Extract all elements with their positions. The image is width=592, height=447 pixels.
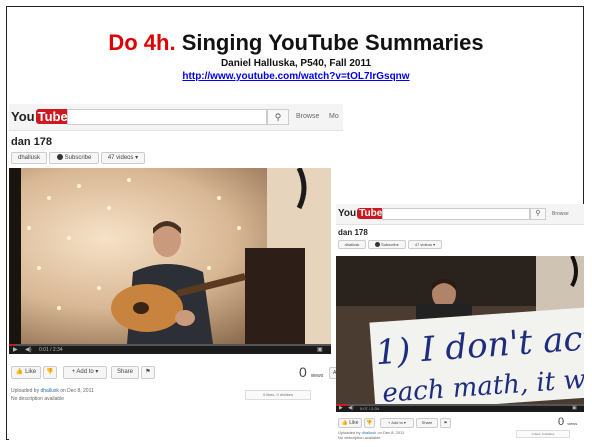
subscribe-button[interactable]: Subscribe xyxy=(49,152,99,164)
time-display: 0:07 / 2:34 xyxy=(360,406,379,411)
thumbs-up-icon: 👍 xyxy=(341,420,348,426)
video-frame-sign: 1) I don't actua each math, it wa xyxy=(336,256,584,412)
flag-button[interactable]: ⚑ xyxy=(141,366,155,379)
description-text: No description available xyxy=(338,435,381,440)
add-to-button[interactable]: + Add to ▾ xyxy=(380,418,414,428)
youtube-screenshot-2: You Tube ⚲ Browse dan 178 dhallusk Subscr… xyxy=(336,204,584,440)
thumbs-up-icon: 👍 xyxy=(15,369,24,375)
stats-box: 0 likes, 0 dislikes xyxy=(516,430,570,438)
dislike-button[interactable]: 👎 xyxy=(364,418,375,428)
like-button[interactable]: 👍 Like xyxy=(11,366,41,379)
logo-you: You xyxy=(11,109,35,124)
videos-dropdown[interactable]: 47 videos ▾ xyxy=(101,152,145,164)
volume-icon[interactable]: ◀) xyxy=(25,346,32,353)
share-button[interactable]: Share xyxy=(111,366,139,379)
subscribe-label: Subscribe xyxy=(381,242,399,247)
search-button[interactable]: ⚲ xyxy=(267,109,289,125)
search-button[interactable]: ⚲ xyxy=(530,208,546,220)
share-button[interactable]: Share xyxy=(416,418,438,428)
search-icon: ⚲ xyxy=(274,112,282,122)
dislike-button[interactable]: 👎 xyxy=(43,366,57,379)
view-count: 0 views xyxy=(299,364,323,380)
view-number: 0 xyxy=(299,364,307,380)
like-label: Like xyxy=(349,420,359,426)
uploaded-label: Uploaded by xyxy=(11,388,40,394)
like-label: Like xyxy=(25,369,37,375)
like-button[interactable]: 👍 Like xyxy=(338,418,362,428)
subscribe-button[interactable]: Subscribe xyxy=(368,240,406,249)
thumbs-down-icon: 👎 xyxy=(46,369,54,375)
uploader-link[interactable]: dhallusk xyxy=(40,388,58,394)
youtube-logo[interactable]: You Tube xyxy=(338,208,385,219)
add-to-button[interactable]: + Add to ▾ xyxy=(63,366,107,379)
slide-title: Do 4h. Singing YouTube Summaries xyxy=(0,30,592,56)
search-input[interactable] xyxy=(67,109,267,125)
stats-box: 0 likes, 0 dislikes xyxy=(245,390,311,400)
logo-tube: Tube xyxy=(357,208,385,219)
fullscreen-icon[interactable]: ▣ xyxy=(572,405,577,411)
videos-dropdown[interactable]: 47 videos ▾ xyxy=(408,240,442,249)
video-link[interactable]: http://www.youtube.com/watch?v=tOL7IrGsq… xyxy=(0,71,592,82)
youtube-logo[interactable]: You Tube xyxy=(11,109,70,124)
subscribe-icon xyxy=(56,154,63,161)
view-label: views xyxy=(310,373,324,379)
volume-icon[interactable]: ◀) xyxy=(348,405,354,411)
description-text: No description available xyxy=(11,396,65,402)
flag-button[interactable]: ⚑ xyxy=(440,418,451,428)
channel-name[interactable]: dan 178 xyxy=(11,136,52,148)
video-player[interactable]: ▶ ◀) 0:01 / 2:34 ▣ xyxy=(9,168,331,354)
search-icon: ⚲ xyxy=(535,210,541,217)
user-button[interactable]: dhallusk xyxy=(338,240,366,249)
view-label: views xyxy=(567,421,578,426)
logo-you: You xyxy=(338,208,357,219)
logo-tube: Tube xyxy=(35,109,70,124)
subscribe-label: Subscribe xyxy=(64,155,92,161)
video-frame-guitar xyxy=(9,168,331,344)
upload-date: on Dec 8, 2011 xyxy=(377,430,405,435)
progress-bar[interactable] xyxy=(9,344,331,346)
more-link[interactable]: Mo xyxy=(329,113,339,120)
browse-link[interactable]: Browse xyxy=(296,113,319,120)
youtube-screenshot-1: You Tube ⚲ Browse Mo dan 178 dhallusk Sub… xyxy=(9,104,343,440)
title-prefix: Do 4h. xyxy=(108,30,176,55)
play-button[interactable]: ▶ xyxy=(339,405,343,411)
browse-link[interactable]: Browse xyxy=(552,211,569,217)
view-number: 0 xyxy=(558,416,565,428)
play-button[interactable]: ▶ xyxy=(13,346,18,353)
user-button[interactable]: dhallusk xyxy=(11,152,47,164)
channel-name[interactable]: dan 178 xyxy=(338,228,368,237)
fullscreen-icon[interactable]: ▣ xyxy=(317,346,323,353)
video-player[interactable]: 1) I don't actua each math, it wa ▶ ◀) 0… xyxy=(336,256,584,412)
title-main: Singing YouTube Summaries xyxy=(175,30,484,55)
view-count: 0 views xyxy=(558,416,577,428)
thumbs-down-icon: 👎 xyxy=(366,420,373,426)
time-display: 0:01 / 2:34 xyxy=(39,347,63,353)
upload-date: on Dec 8, 2011 xyxy=(60,388,94,394)
upload-info: Uploaded by dhallusk on Dec 8, 2011 xyxy=(11,388,94,394)
author-line: Daniel Halluska, P540, Fall 2011 xyxy=(220,58,372,69)
search-input[interactable] xyxy=(382,208,530,220)
subscribe-icon xyxy=(375,242,381,248)
